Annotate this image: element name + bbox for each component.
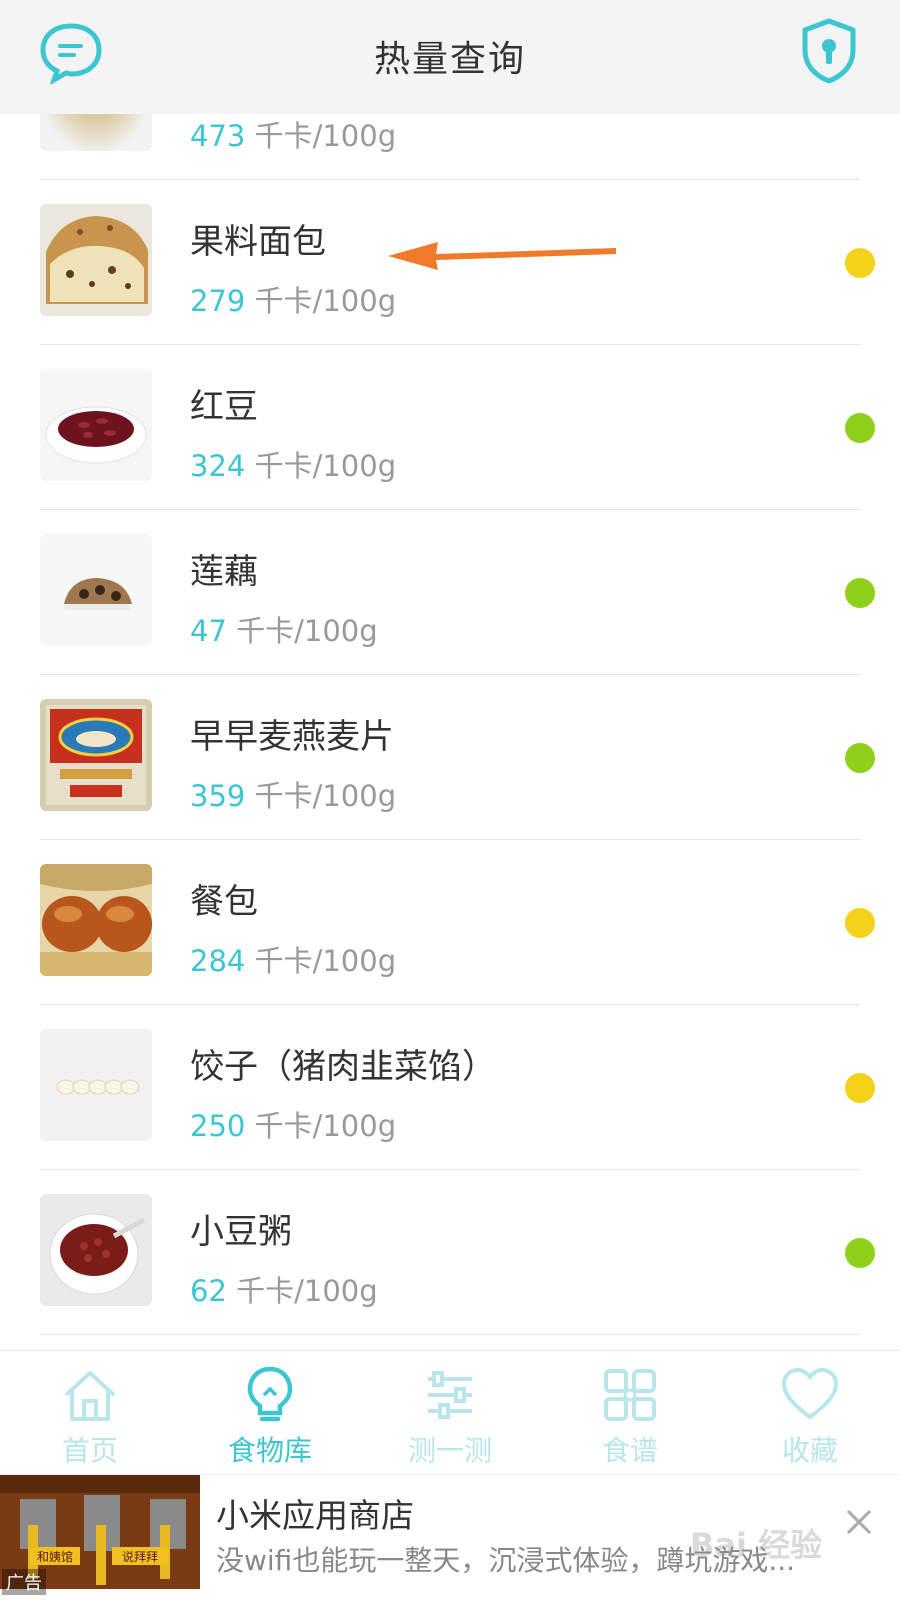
- food-name: 红豆: [190, 387, 258, 427]
- food-name: 饺子（猪肉韭菜馅）: [190, 1047, 496, 1087]
- tab-home[interactable]: 首页: [0, 1351, 180, 1475]
- bottom-tab-bar: 首页 食物库 测一测 食谱 收藏: [0, 1350, 900, 1474]
- food-thumbnail: [40, 114, 152, 151]
- ad-image-text: 和姨馆: [37, 1549, 73, 1564]
- grid-icon: [604, 1369, 656, 1421]
- calorie-value: 279: [190, 284, 246, 318]
- shield-lock-icon[interactable]: [800, 18, 858, 84]
- tab-test[interactable]: 测一测: [360, 1351, 540, 1475]
- red-bean-thumbnail: [40, 369, 152, 481]
- calorie-unit: 千卡/100g: [254, 1109, 397, 1143]
- watermark: Bai 经验: [690, 1526, 823, 1564]
- status-dot: [845, 1073, 875, 1103]
- list-item[interactable]: 小豆粥 62 千卡/100g: [0, 1170, 900, 1335]
- list-item[interactable]: 473 千卡/100g: [0, 114, 900, 180]
- sliders-icon: [428, 1371, 472, 1419]
- calorie-unit: 千卡/100g: [254, 779, 397, 813]
- food-calories: 284 千卡/100g: [190, 938, 396, 980]
- food-calories: 279 千卡/100g: [190, 278, 396, 320]
- status-dot: [845, 743, 875, 773]
- food-calories: 62 千卡/100g: [190, 1268, 378, 1310]
- app-header: 热量查询: [0, 0, 900, 114]
- heart-icon: [781, 1367, 839, 1420]
- bread-roll-thumbnail: [40, 864, 152, 976]
- calorie-unit: 千卡/100g: [236, 1274, 378, 1308]
- page-title: 热量查询: [373, 39, 526, 80]
- ad-label: 广告: [2, 1569, 46, 1595]
- dumpling-thumbnail: [40, 1029, 152, 1141]
- tab-label: 食谱: [601, 1434, 658, 1467]
- food-calories: 47 千卡/100g: [190, 608, 378, 650]
- status-dot: [845, 1238, 875, 1268]
- status-dot: [845, 248, 875, 278]
- oatmeal-package-thumbnail: [40, 699, 152, 811]
- lotus-root-thumbnail: [40, 534, 152, 646]
- food-name: 小豆粥: [190, 1212, 292, 1252]
- red-bean-porridge-thumbnail: [40, 1194, 152, 1306]
- status-dot: [845, 578, 875, 608]
- list-item[interactable]: 莲藕 47 千卡/100g: [0, 510, 900, 675]
- tab-label: 收藏: [781, 1434, 838, 1467]
- calorie-unit: 千卡/100g: [254, 284, 397, 318]
- status-dot: [845, 413, 875, 443]
- close-icon[interactable]: [842, 1505, 876, 1539]
- calorie-value: 473: [190, 119, 246, 153]
- calorie-value: 284: [190, 944, 246, 978]
- food-calories: 473 千卡/100g: [190, 114, 396, 155]
- calorie-unit: 千卡/100g: [236, 614, 378, 648]
- calorie-value: 324: [190, 449, 246, 483]
- food-list: 473 千卡/100g 果料面包 279 千卡/100g 红豆 324 千卡/1…: [0, 114, 900, 1350]
- status-dot: [845, 908, 875, 938]
- calorie-value: 47: [190, 614, 227, 648]
- tab-favorites[interactable]: 收藏: [720, 1351, 900, 1475]
- divider: [40, 1334, 860, 1335]
- list-item[interactable]: 餐包 284 千卡/100g: [0, 840, 900, 1005]
- food-calories: 250 千卡/100g: [190, 1103, 396, 1145]
- ad-title: 小米应用商店: [216, 1496, 414, 1535]
- calorie-value: 250: [190, 1109, 246, 1143]
- tab-label: 食物库: [227, 1434, 312, 1467]
- tab-recipes[interactable]: 食谱: [540, 1351, 720, 1475]
- calorie-value: 359: [190, 779, 246, 813]
- lightbulb-icon: [247, 1366, 293, 1422]
- tab-food-library[interactable]: 食物库: [180, 1351, 360, 1475]
- food-calories: 324 千卡/100g: [190, 443, 396, 485]
- annotation-arrow-icon: [388, 242, 616, 270]
- calorie-unit: 千卡/100g: [254, 944, 397, 978]
- ad-image-text: 说拜拜: [122, 1549, 158, 1564]
- calorie-value: 62: [190, 1274, 227, 1308]
- list-item[interactable]: 红豆 324 千卡/100g: [0, 345, 900, 510]
- list-item[interactable]: 早早麦燕麦片 359 千卡/100g: [0, 675, 900, 840]
- list-item[interactable]: 饺子（猪肉韭菜馅） 250 千卡/100g: [0, 1005, 900, 1170]
- food-calories: 359 千卡/100g: [190, 773, 396, 815]
- calorie-unit: 千卡/100g: [254, 449, 397, 483]
- tab-label: 首页: [61, 1434, 118, 1467]
- calorie-unit: 千卡/100g: [254, 119, 397, 153]
- food-name: 莲藕: [190, 552, 258, 592]
- food-name: 餐包: [190, 882, 258, 922]
- home-icon: [64, 1371, 116, 1421]
- fruit-bread-thumbnail: [40, 204, 152, 316]
- food-name: 果料面包: [190, 222, 326, 262]
- food-name: 早早麦燕麦片: [190, 717, 394, 757]
- tab-label: 测一测: [407, 1434, 492, 1467]
